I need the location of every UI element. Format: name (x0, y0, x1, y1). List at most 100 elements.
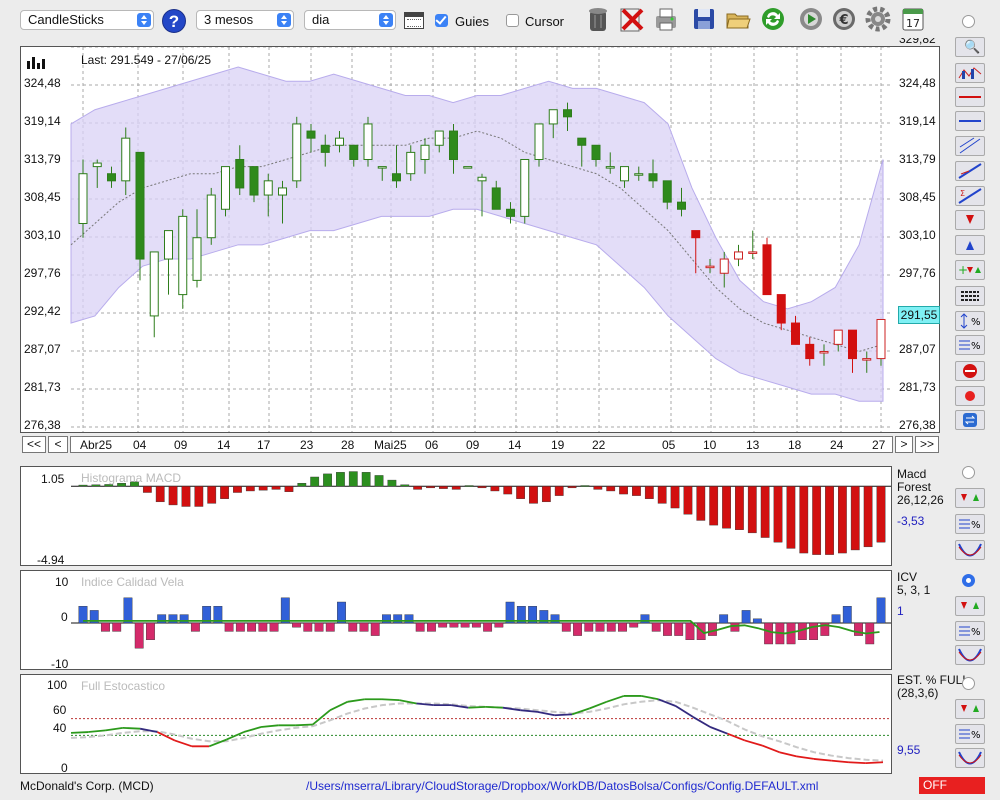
date-axis-label: Abr25 (80, 438, 113, 452)
last-page-button[interactable]: >> (915, 436, 939, 453)
vertical-percent-icon: % (960, 313, 981, 329)
macd-bar (644, 486, 654, 499)
svg-text:%: % (971, 520, 981, 531)
icv-bar (280, 597, 290, 624)
channel-button[interactable] (955, 136, 985, 156)
vertical-percent-button[interactable]: % (955, 311, 985, 331)
stochastic-panel-radio[interactable] (962, 677, 975, 690)
macd-bar (387, 479, 397, 487)
delete-icon[interactable] (618, 5, 646, 33)
status-indicator[interactable]: OFF (919, 777, 985, 794)
first-page-button[interactable]: << (22, 436, 46, 453)
list-button[interactable] (955, 286, 985, 306)
price-axis-label-right: 308,45 (899, 190, 936, 204)
signal-arrows-icon (961, 602, 979, 609)
red-line-button[interactable] (955, 87, 985, 107)
icv-curve-button[interactable] (955, 645, 985, 665)
save-icon[interactable] (690, 5, 718, 33)
print-icon[interactable] (652, 5, 680, 33)
refresh-icon[interactable] (759, 5, 787, 33)
icv-signals-button[interactable] (955, 596, 985, 616)
main-chart-panel[interactable]: Last: 291.549 - 27/06/25 (20, 46, 940, 433)
macd-bar (773, 486, 783, 543)
calendar-icon[interactable] (404, 12, 424, 29)
guides-checkbox[interactable] (435, 13, 448, 27)
date-17-icon[interactable]: 17 (899, 5, 927, 33)
stochastic-curve-button[interactable] (955, 748, 985, 768)
interval-select[interactable]: dia (304, 10, 396, 30)
date-axis-label: 13 (746, 438, 760, 452)
percent-lines-button[interactable]: % (955, 335, 985, 355)
macd-signals-button[interactable] (955, 488, 985, 508)
stochastic-percent-button[interactable]: % (955, 724, 985, 744)
candle-body (392, 173, 401, 182)
sync-arrows-icon (963, 413, 977, 427)
record-button[interactable] (955, 386, 985, 406)
icv-bar (730, 622, 740, 632)
macd-panel-radio[interactable] (962, 466, 975, 479)
euro-icon[interactable]: € (830, 5, 858, 33)
macd-curve-button[interactable] (955, 540, 985, 560)
candle-body (748, 251, 758, 254)
fibonacci-button[interactable]: Σ (955, 186, 985, 206)
stochastic-panel[interactable]: Full Estocastico 100 60 40 0 (20, 674, 892, 774)
icv-percent-button[interactable]: % (955, 621, 985, 641)
trash-icon[interactable] (584, 5, 612, 33)
svg-text:17: 17 (906, 17, 920, 30)
date-axis-label: 10 (703, 438, 717, 452)
macd-bar (336, 472, 345, 487)
candle-body (221, 166, 230, 210)
main-panel-radio[interactable] (962, 15, 975, 28)
stochastic-signals-button[interactable] (955, 699, 985, 719)
magnifier-icon: 🔍 (964, 39, 981, 54)
icv-bar (247, 622, 257, 632)
period-select[interactable]: 3 mesos (196, 10, 294, 30)
icv-panel-radio[interactable] (962, 574, 975, 587)
config-path-link[interactable]: /Users/mserra/Library/CloudStorage/Dropb… (306, 779, 818, 793)
cursor-checkbox[interactable] (506, 14, 519, 27)
macd-bar (348, 471, 358, 487)
icv-bar (292, 622, 301, 628)
macd-percent-button[interactable]: % (955, 514, 985, 534)
icv-panel[interactable]: Indice Calidad Vela 10 0 -10 (20, 570, 892, 670)
chevron-updown-icon (137, 13, 151, 27)
candle-body (320, 144, 330, 153)
candle-body (249, 166, 259, 196)
icv-bar (764, 622, 774, 645)
sync-button[interactable] (955, 410, 985, 430)
icv-bar (258, 622, 268, 632)
macd-bar (760, 486, 770, 538)
chart-type-select[interactable]: CandleSticks (20, 10, 154, 30)
candle-body (705, 265, 715, 269)
candle-type-button[interactable] (955, 63, 985, 83)
date-axis-label: 19 (551, 438, 565, 452)
macd-bar (155, 486, 165, 503)
candle-body (491, 187, 501, 210)
add-signal-button[interactable]: + (955, 260, 985, 280)
icv-bar (134, 622, 144, 649)
stochastic-0-label: 0 (61, 761, 68, 774)
sell-signal-button[interactable] (955, 210, 985, 230)
play-icon[interactable] (797, 5, 825, 33)
previous-page-button[interactable]: < (48, 436, 68, 453)
zoom-button[interactable]: 🔍 (955, 37, 985, 57)
macd-panel[interactable]: Histograma MACD 1.05 -4.94 (20, 466, 892, 566)
macd-bar (78, 484, 88, 487)
stochastic-k-segment (260, 724, 279, 728)
help-icon[interactable]: ? (162, 9, 186, 33)
candle-body (833, 329, 843, 345)
buy-signal-button[interactable] (955, 235, 985, 255)
macd-bar (593, 486, 603, 490)
settings-icon[interactable] (864, 5, 892, 33)
blue-line-button[interactable] (955, 111, 985, 131)
open-folder-icon[interactable] (724, 5, 752, 33)
next-page-button[interactable]: > (895, 436, 913, 453)
stop-button[interactable] (955, 361, 985, 381)
stochastic-k-segment (831, 759, 849, 764)
percent-lines-icon: % (959, 519, 981, 531)
macd-bar (799, 486, 809, 554)
stochastic-40-label: 40 (53, 721, 67, 735)
trendline-button[interactable] (955, 161, 985, 181)
icv-bar (741, 610, 751, 624)
macd-bar (632, 486, 641, 496)
